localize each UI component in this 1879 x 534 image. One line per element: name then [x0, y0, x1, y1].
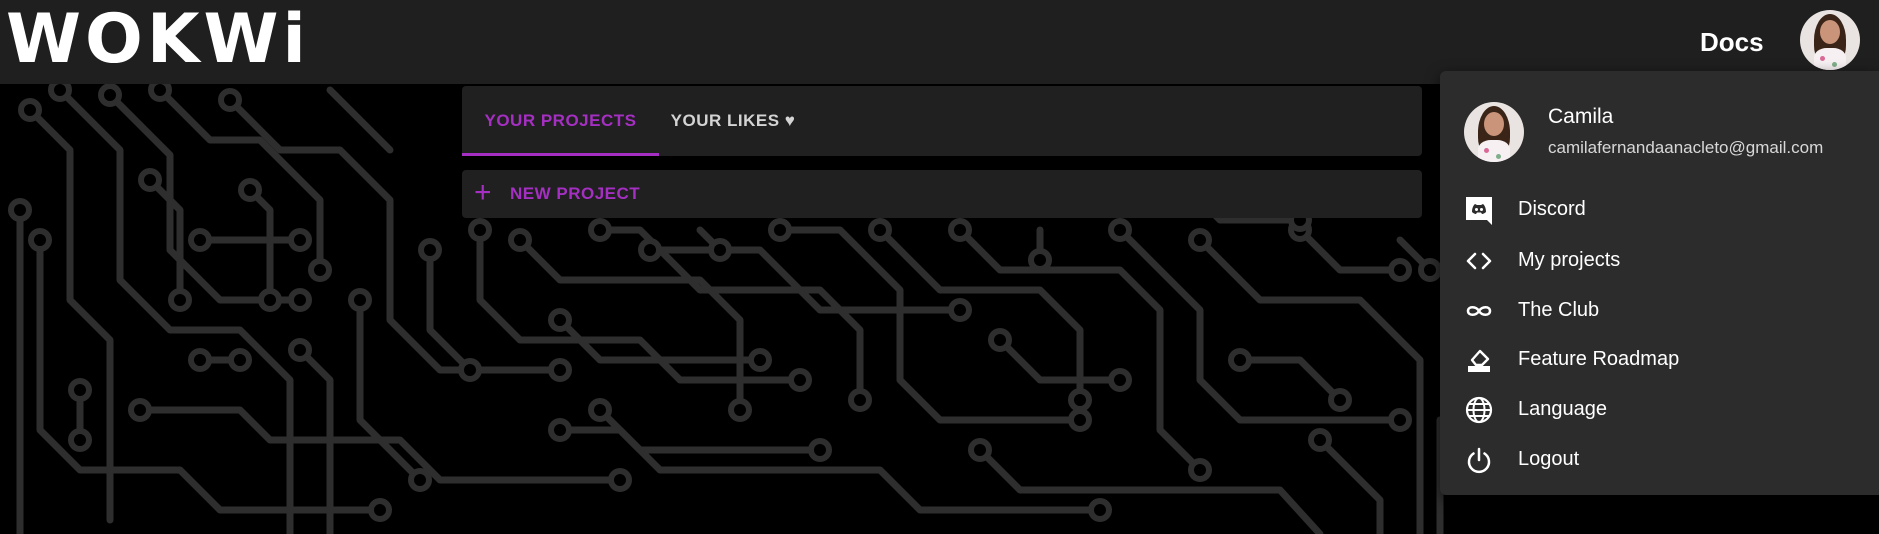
project-tabs: YOUR PROJECTS YOUR LIKES ♥ [462, 86, 1422, 156]
globe-icon [1465, 396, 1493, 424]
menu-item-label: Discord [1518, 198, 1586, 220]
menu-item-label: The Club [1518, 299, 1600, 321]
menu-item-discord[interactable]: Discord [1440, 185, 1879, 233]
menu-item-the-club[interactable]: The Club [1440, 286, 1879, 334]
docs-link[interactable]: Docs [1700, 24, 1764, 60]
plus-icon: + [474, 176, 492, 209]
menu-item-label: Language [1518, 398, 1607, 420]
infinity-icon [1466, 306, 1492, 316]
new-project-label: NEW PROJECT [510, 184, 641, 203]
user-name: Camila [1548, 105, 1614, 128]
menu-item-logout[interactable]: Logout [1440, 435, 1879, 483]
menu-item-label: Feature Roadmap [1518, 348, 1680, 370]
code-icon [1466, 252, 1492, 270]
menu-item-language[interactable]: Language [1440, 385, 1879, 433]
user-email: camilafernandaanacleto@gmail.com [1548, 138, 1824, 157]
menu-item-feature-roadmap[interactable]: Feature Roadmap [1440, 335, 1879, 383]
power-icon [1467, 447, 1491, 474]
user-dropdown-menu: Camila camilafernandaanacleto@gmail.com … [1440, 71, 1879, 495]
roadmap-icon [1468, 349, 1490, 372]
tab-your-likes[interactable]: YOUR LIKES ♥ [659, 86, 807, 156]
discord-icon [1466, 197, 1492, 225]
menu-item-my-projects[interactable]: My projects [1440, 236, 1879, 284]
menu-user-avatar [1464, 102, 1524, 162]
menu-item-label: Logout [1518, 448, 1580, 470]
user-avatar[interactable] [1800, 10, 1860, 70]
menu-item-label: My projects [1518, 249, 1621, 271]
new-project-button[interactable]: + NEW PROJECT [462, 170, 1422, 218]
tab-your-projects[interactable]: YOUR PROJECTS [462, 86, 659, 156]
active-tab-indicator [462, 153, 659, 156]
wokwi-logo[interactable]: WOKWi [6, 0, 310, 82]
